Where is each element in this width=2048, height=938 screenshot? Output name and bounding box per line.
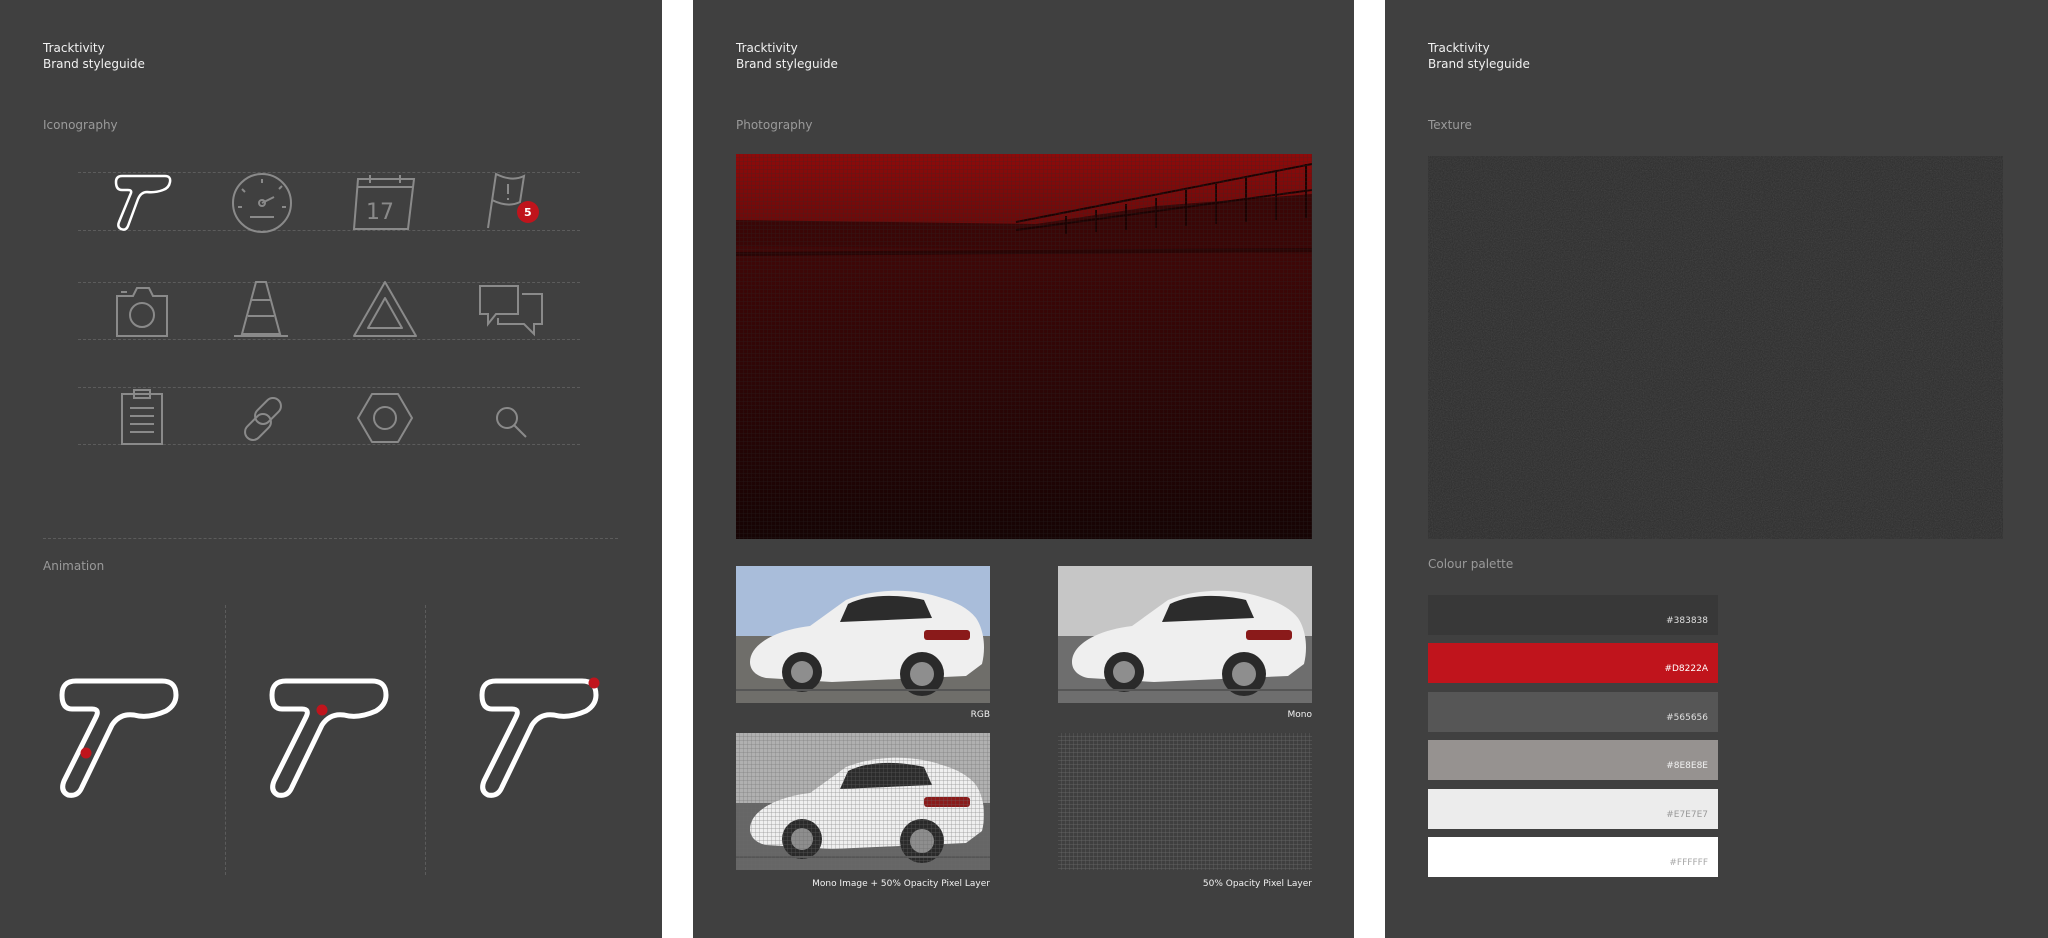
hex-nut-icon [356,392,414,444]
flag-notification-icon: 5 [480,172,542,230]
animation-frame-1 [52,673,182,803]
caption-pixel-layer: 50% Opacity Pixel Layer [1202,879,1312,889]
animation-title: Animation [43,559,105,573]
car-photo-mono [1058,566,1312,703]
photography-title: Photography [736,118,813,132]
hero-track-photo [736,154,1312,539]
pixel-layer-sample [1058,733,1312,870]
warning-triangle-icon [352,280,418,340]
brand-name: Tracktivity [43,41,105,55]
search-icon [494,405,528,439]
notification-count: 5 [524,206,532,219]
swatch-label: #E7E7E7 [1666,810,1708,820]
car-photo-mono-pixel [736,733,990,870]
caption-rgb: RGB [970,710,990,720]
iconography-title: Iconography [43,118,118,132]
brand-subtitle: Brand styleguide [736,57,838,71]
calendar-icon: 17 [352,173,418,231]
swatch-d8222a: #D8222A [1428,643,1718,683]
brand-subtitle: Brand styleguide [43,57,145,71]
clipboard-icon [118,388,166,446]
caption-mono: Mono [1287,710,1312,720]
texture-title: Texture [1428,118,1472,132]
swatch-label: #D8222A [1664,664,1708,674]
swatch-383838: #383838 [1428,595,1718,635]
brand-header: Tracktivity Brand styleguide [1428,40,1530,72]
car-photo-rgb [736,566,990,703]
swatch-565656: #565656 [1428,692,1718,732]
animation-frame-2 [262,673,392,803]
brand-subtitle: Brand styleguide [1428,57,1530,71]
column-divider [425,605,426,875]
link-icon [238,394,288,444]
palette-title: Colour palette [1428,557,1514,571]
photography-panel: Tracktivity Brand styleguide Photography… [693,0,1354,938]
brand-name: Tracktivity [1428,41,1490,55]
brand-name: Tracktivity [736,41,798,55]
swatch-label: #FFFFFF [1669,858,1708,868]
column-divider [225,605,226,875]
iconography-panel: Tracktivity Brand styleguide Iconography… [0,0,662,938]
calendar-day: 17 [366,200,394,225]
swatch-8e8e8e: #8E8E8E [1428,740,1718,780]
brand-header: Tracktivity Brand styleguide [43,40,145,72]
swatch-label: #565656 [1666,713,1708,723]
section-divider [43,538,618,539]
brand-header: Tracktivity Brand styleguide [736,40,838,72]
swatch-ffffff: #FFFFFF [1428,837,1718,877]
camera-icon [113,282,171,340]
tracktivity-logo-icon [113,173,173,233]
caption-mono-pixel: Mono Image + 50% Opacity Pixel Layer [812,879,990,889]
swatch-label: #383838 [1666,616,1708,626]
chat-bubbles-icon [476,282,546,342]
swatch-e7e7e7: #E7E7E7 [1428,789,1718,829]
swatch-label: #8E8E8E [1666,761,1708,771]
animation-frame-3 [472,673,602,803]
traffic-cone-icon [230,280,292,340]
texture-palette-panel: Tracktivity Brand styleguide Texture Col… [1385,0,2048,938]
texture-sample [1428,156,2003,539]
speedometer-icon [230,173,294,233]
